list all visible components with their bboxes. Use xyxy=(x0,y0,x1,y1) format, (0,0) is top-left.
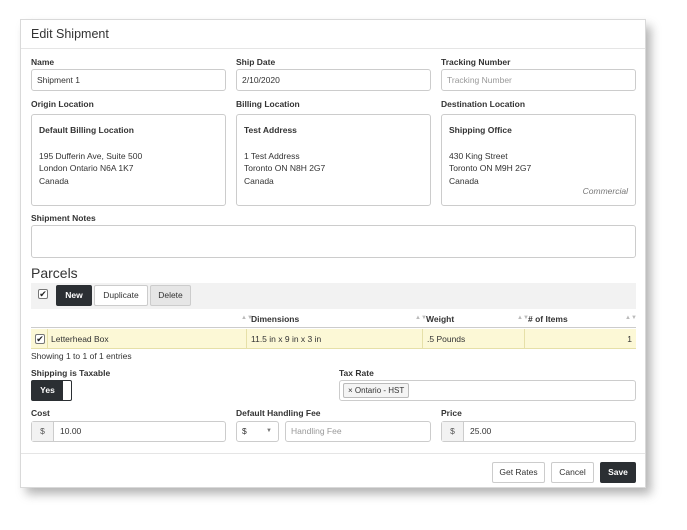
save-button[interactable]: Save xyxy=(600,462,636,483)
price-label: Price xyxy=(441,408,462,418)
parcel-items-cell: 1 xyxy=(627,334,632,344)
col-header-dimensions[interactable]: Dimensions xyxy=(251,314,299,324)
origin-line2: London Ontario N6A 1K7 xyxy=(39,163,134,173)
footer-divider xyxy=(21,453,645,454)
delete-parcel-button[interactable]: Delete xyxy=(150,285,191,306)
price-input[interactable]: $ 25.00 xyxy=(441,421,636,442)
destination-type-tag: Commercial xyxy=(582,186,628,196)
table-row[interactable]: ✔ Letterhead Box 11.5 in x 9 in x 3 in .… xyxy=(31,329,636,349)
origin-location-card[interactable]: Default Billing Location 195 Dufferin Av… xyxy=(31,114,226,206)
cell-divider xyxy=(422,329,423,349)
handling-currency-select[interactable]: $ ▼ xyxy=(236,421,279,442)
price-currency: $ xyxy=(442,422,464,441)
parcel-weight-cell: .5 Pounds xyxy=(427,334,466,344)
handling-currency: $ xyxy=(242,426,247,436)
cell-divider xyxy=(246,329,247,349)
tax-rate-label: Tax Rate xyxy=(339,368,374,378)
origin-name: Default Billing Location xyxy=(39,125,134,135)
tracking-input[interactable]: Tracking Number xyxy=(441,69,636,91)
parcels-heading: Parcels xyxy=(31,265,78,281)
col-header-weight[interactable]: Weight xyxy=(426,314,454,324)
destination-location-card[interactable]: Shipping Office 430 King Street Toronto … xyxy=(441,114,636,206)
handling-fee-input[interactable]: Handling Fee xyxy=(285,421,431,442)
taxable-label: Shipping is Taxable xyxy=(31,368,111,378)
notes-textarea[interactable] xyxy=(31,225,636,258)
origin-line1: 195 Dufferin Ave, Suite 500 xyxy=(39,150,143,161)
notes-label: Shipment Notes xyxy=(31,213,96,223)
destination-line2: Toronto ON M9H 2G7 xyxy=(449,163,532,173)
cancel-button[interactable]: Cancel xyxy=(551,462,594,483)
cell-divider xyxy=(47,329,48,349)
get-rates-button[interactable]: Get Rates xyxy=(492,462,545,483)
billing-line1: 1 Test Address xyxy=(244,150,300,161)
taxable-toggle-value: Yes xyxy=(32,381,63,400)
cell-divider xyxy=(524,329,525,349)
parcel-name-cell: Letterhead Box xyxy=(51,334,109,344)
modal-title: Edit Shipment xyxy=(31,27,109,41)
table-info: Showing 1 to 1 of 1 entries xyxy=(31,351,132,361)
cost-value: 10.00 xyxy=(60,426,82,436)
chip-remove-icon[interactable]: × xyxy=(348,386,353,395)
title-divider xyxy=(21,48,645,49)
tax-rate-chip: × Ontario - HST xyxy=(343,383,410,398)
destination-label: Destination Location xyxy=(441,99,526,109)
parcels-toolbar: ✔ New Duplicate Delete xyxy=(31,283,636,309)
caret-down-icon: ▼ xyxy=(266,428,272,434)
tracking-label: Tracking Number xyxy=(441,57,511,67)
ship-date-label: Ship Date xyxy=(236,57,276,67)
checkmark-icon: ✔ xyxy=(39,289,47,299)
parcels-table-header: ▲▼ Dimensions ▲▼ Weight ▲▼ # of Items ▲▼ xyxy=(31,311,637,328)
billing-name: Test Address xyxy=(244,125,297,135)
edit-shipment-modal: Edit Shipment Name Shipment 1 Ship Date … xyxy=(20,19,646,488)
new-parcel-button[interactable]: New xyxy=(56,285,92,306)
name-input[interactable]: Shipment 1 xyxy=(31,69,226,91)
destination-name: Shipping Office xyxy=(449,125,512,135)
billing-line3: Canada xyxy=(244,175,274,186)
destination-line1: 430 King Street xyxy=(449,150,508,161)
parcel-dimensions-cell: 11.5 in x 9 in x 3 in xyxy=(251,334,322,344)
billing-label: Billing Location xyxy=(236,99,300,109)
tax-rate-select[interactable]: × Ontario - HST xyxy=(339,380,636,401)
cost-label: Cost xyxy=(31,408,50,418)
cost-input[interactable]: $ 10.00 xyxy=(31,421,226,442)
select-all-checkbox[interactable]: ✔ xyxy=(38,289,48,299)
checkmark-icon: ✔ xyxy=(36,334,44,344)
handling-label: Default Handling Fee xyxy=(236,408,321,418)
origin-line3: Canada xyxy=(39,175,69,186)
col-header-items[interactable]: # of Items xyxy=(528,314,568,324)
billing-line2: Toronto ON N8H 2G7 xyxy=(244,163,326,173)
taxable-toggle[interactable]: Yes xyxy=(31,380,72,401)
name-label: Name xyxy=(31,57,55,67)
origin-label: Origin Location xyxy=(31,99,94,109)
sort-icon[interactable]: ▲▼ xyxy=(625,315,637,321)
billing-location-card[interactable]: Test Address 1 Test Address Toronto ON N… xyxy=(236,114,431,206)
cost-currency: $ xyxy=(32,422,54,441)
ship-date-input[interactable]: 2/10/2020 xyxy=(236,69,431,91)
duplicate-parcel-button[interactable]: Duplicate xyxy=(94,285,148,306)
price-value: 25.00 xyxy=(470,426,492,436)
tax-rate-chip-label: Ontario - HST xyxy=(354,386,405,395)
row-checkbox[interactable]: ✔ xyxy=(35,334,45,344)
